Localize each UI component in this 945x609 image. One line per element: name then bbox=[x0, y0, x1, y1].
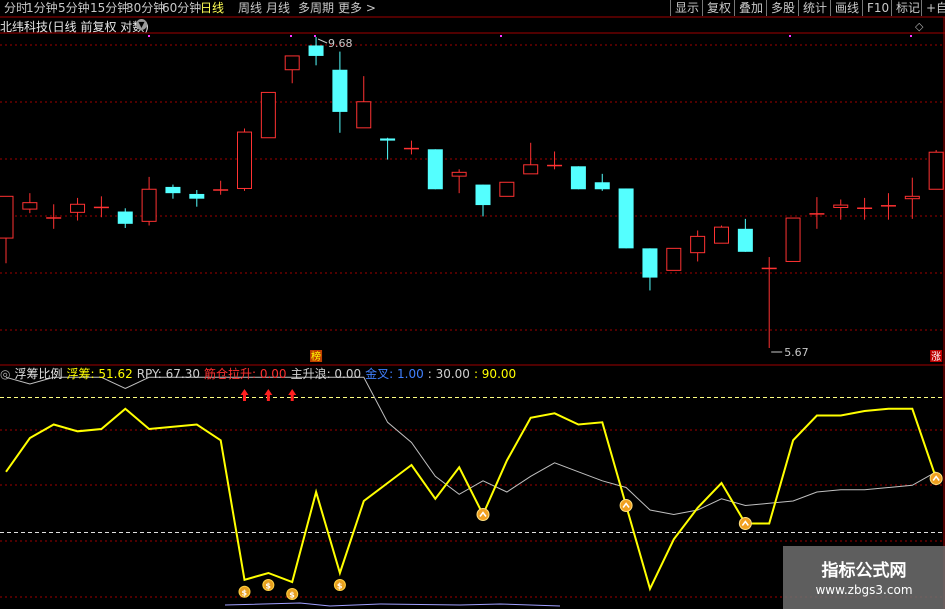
indicator-value-2: 筋仓拉升: 0.00 bbox=[203, 367, 287, 381]
candle-body bbox=[46, 217, 62, 219]
candle-body bbox=[499, 181, 515, 197]
candle-body bbox=[642, 248, 658, 278]
indicator-value-3: 主升浪: 0.00 bbox=[290, 367, 362, 381]
indicator-value-4: 金叉: 1.00 bbox=[365, 367, 424, 381]
candle-body bbox=[70, 203, 86, 213]
kline-chart: 9.68 5.67 榜 涨 ◇ $ $ $ $ bbox=[0, 16, 945, 609]
top-marker-dot bbox=[789, 35, 791, 37]
candle-body bbox=[237, 131, 252, 189]
candle-body bbox=[475, 184, 491, 206]
candle-body bbox=[260, 91, 276, 139]
candle-body bbox=[380, 138, 396, 141]
candle-body bbox=[737, 228, 753, 252]
candle-body bbox=[857, 207, 873, 209]
low-price-label: 5.67 bbox=[784, 346, 809, 359]
indicator-value-0: 浮筹: 51.62 bbox=[66, 367, 133, 381]
candle-body bbox=[332, 69, 348, 112]
golden-cross-icon bbox=[738, 517, 752, 530]
money-bag-glyph: $ bbox=[265, 582, 271, 591]
candle-body bbox=[570, 166, 586, 190]
candle-body bbox=[451, 171, 467, 177]
candle-body bbox=[427, 149, 443, 190]
red-up-arrow-icon bbox=[288, 389, 297, 401]
candle-body bbox=[141, 188, 157, 222]
watermark: 指标公式网 www.zbgs3.com bbox=[783, 546, 945, 609]
top-marker-dot bbox=[290, 35, 292, 37]
bang-marker-text: 榜 bbox=[311, 350, 321, 363]
candle-body bbox=[213, 189, 229, 191]
candle-body bbox=[523, 164, 539, 175]
indicator-value-5: : 30.00 bbox=[427, 367, 470, 381]
top-marker-dot bbox=[314, 35, 316, 37]
top-marker-dot bbox=[148, 35, 150, 37]
candle-body bbox=[117, 211, 133, 224]
top-marker-dot bbox=[910, 35, 912, 37]
candle-body bbox=[165, 186, 181, 194]
indicator-value-6: : 90.00 bbox=[473, 367, 517, 381]
indicator-toggle-icon[interactable]: ◎ bbox=[0, 367, 10, 381]
golden-cross-icon bbox=[476, 508, 490, 521]
watermark-title: 指标公式网 bbox=[821, 561, 907, 581]
candle-body bbox=[403, 147, 419, 150]
candle-body bbox=[0, 195, 14, 239]
diamond-icon: ◇ bbox=[915, 20, 924, 33]
red-up-arrow-icon bbox=[264, 389, 273, 401]
bottom-faint-line bbox=[224, 602, 561, 607]
candle-body bbox=[189, 193, 205, 199]
high-price-label: 9.68 bbox=[328, 37, 353, 50]
high-price-pointer bbox=[317, 38, 328, 44]
money-bag-glyph: $ bbox=[289, 591, 295, 600]
candle-body bbox=[714, 226, 729, 244]
candle-body bbox=[308, 45, 324, 56]
candle-body bbox=[833, 204, 849, 208]
golden-cross-icon bbox=[619, 499, 633, 512]
red-up-arrow-icon bbox=[240, 389, 249, 401]
indicator-header: ◎ 浮筹比例 浮筹: 51.62 RPY: 67.30 筋仓拉升: 0.00 主升浪: 0… bbox=[0, 367, 520, 382]
top-marker-dot bbox=[500, 35, 502, 37]
indicator-name: 浮筹比例 bbox=[14, 367, 63, 381]
candle-body bbox=[666, 247, 682, 271]
candle-body bbox=[93, 206, 109, 209]
candle-body bbox=[880, 205, 896, 207]
golden-cross-icon bbox=[929, 472, 943, 485]
candle-body bbox=[904, 195, 920, 200]
candle-body bbox=[356, 101, 372, 129]
zhang-marker-text: 涨 bbox=[931, 351, 941, 363]
candle-body bbox=[809, 213, 825, 215]
indicator-value-1: RPY: 67.30 bbox=[136, 367, 200, 381]
candle-body bbox=[761, 267, 777, 270]
candle-body bbox=[547, 164, 563, 167]
candle-body bbox=[690, 235, 706, 254]
watermark-url: www.zbgs3.com bbox=[815, 583, 913, 597]
candle-body bbox=[618, 188, 634, 249]
candle-body bbox=[22, 202, 38, 210]
money-bag-glyph: $ bbox=[337, 582, 343, 591]
candle-body bbox=[594, 182, 610, 190]
money-bag-glyph: $ bbox=[242, 588, 248, 597]
candle-body bbox=[284, 55, 300, 71]
candle-body bbox=[928, 151, 944, 190]
candle-body bbox=[785, 217, 801, 262]
